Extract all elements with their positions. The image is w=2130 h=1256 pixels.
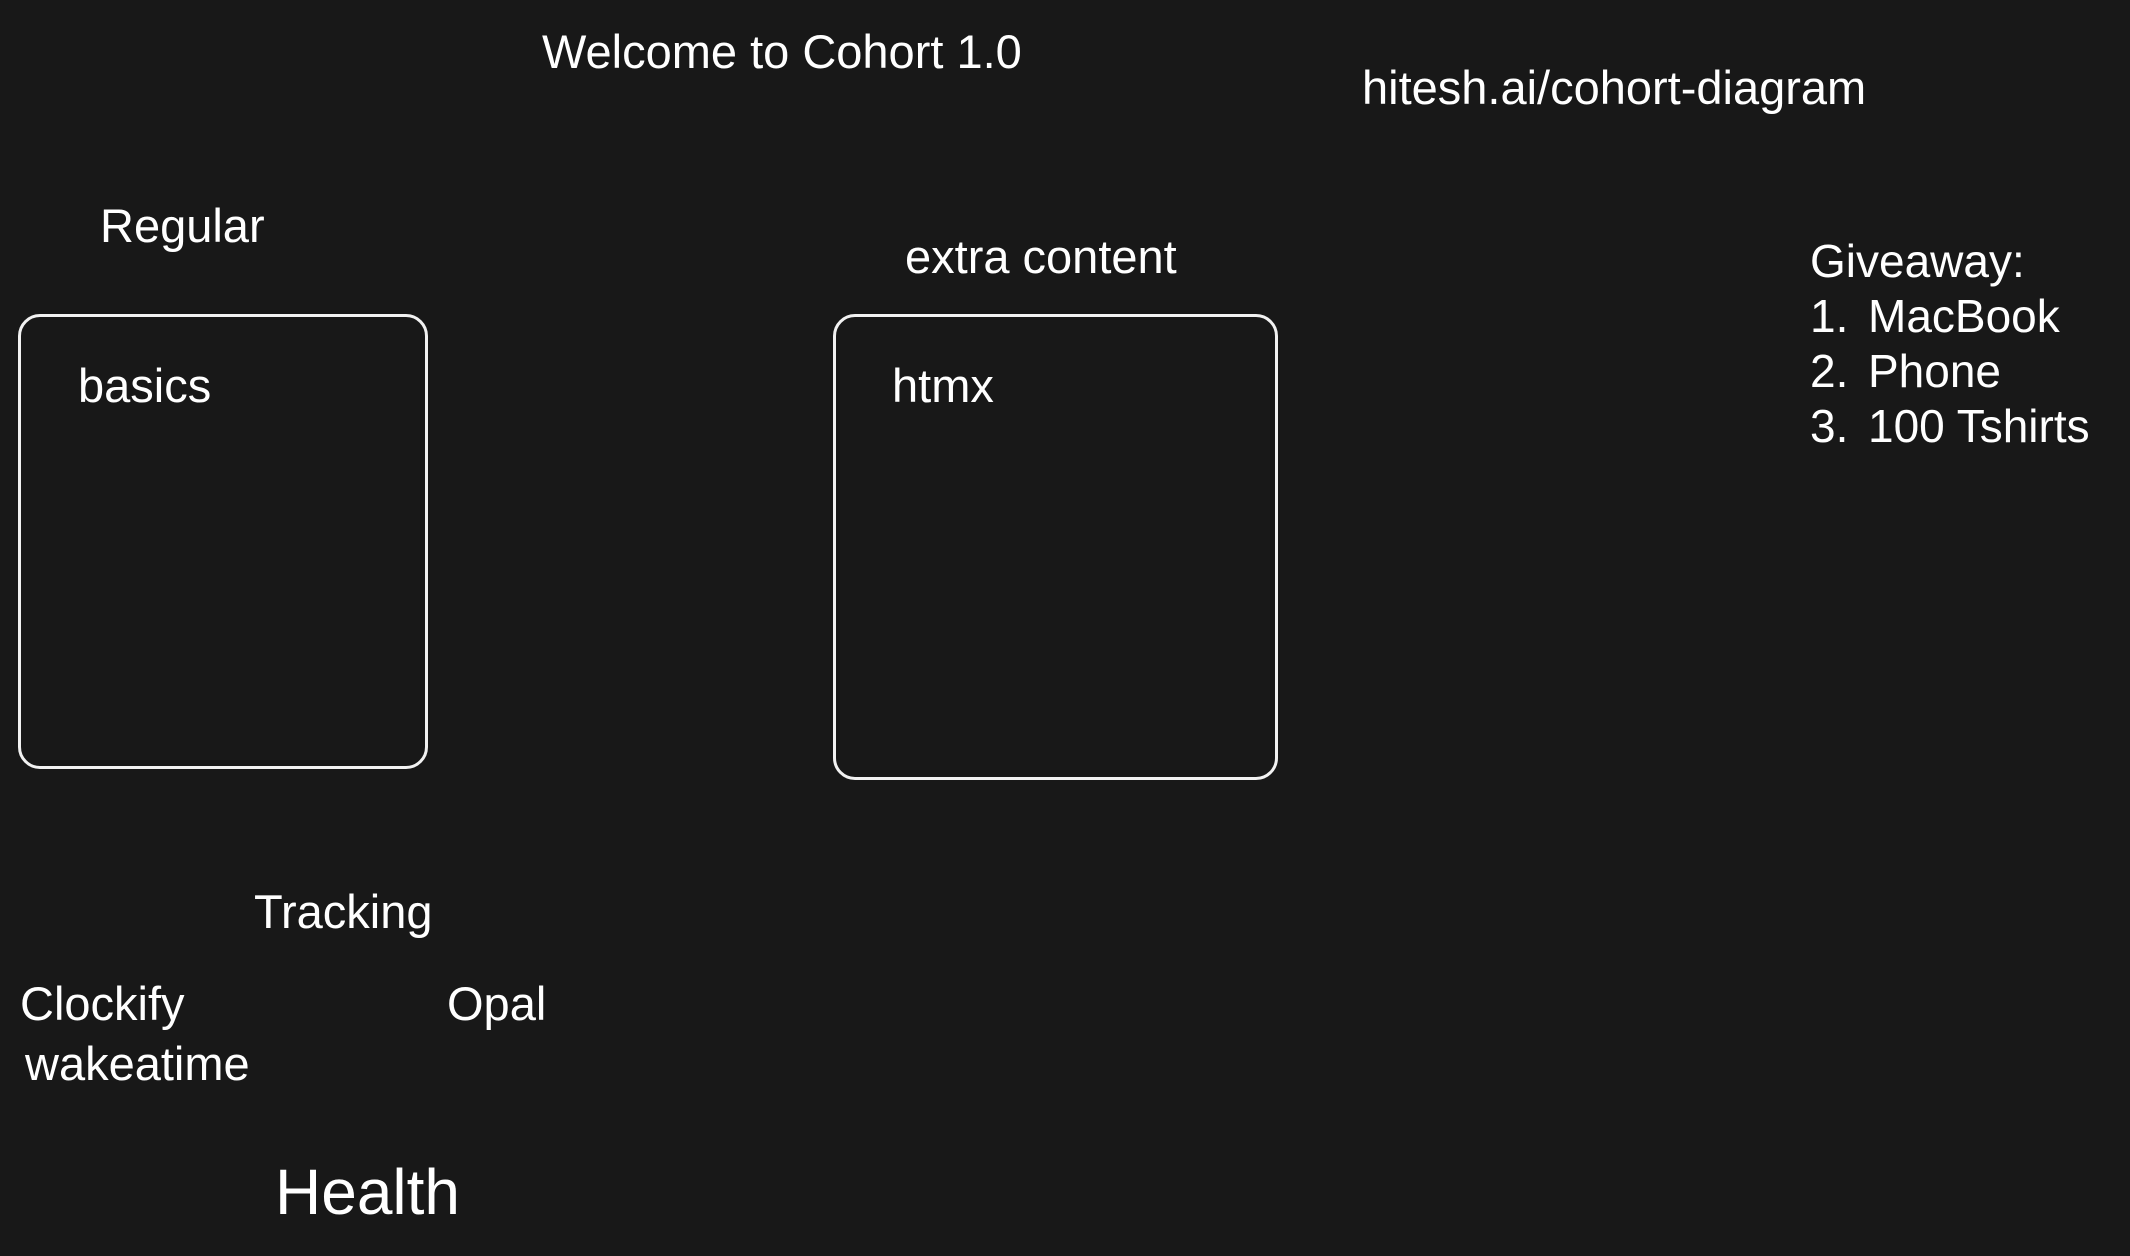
regular-heading: Regular xyxy=(100,199,265,252)
giveaway-item-number: 2. xyxy=(1810,345,1849,397)
health-heading: Health xyxy=(275,1156,460,1228)
giveaway-item-label: Phone xyxy=(1868,345,2002,397)
giveaway-item: 3. 100 Tshirts xyxy=(1810,403,2090,449)
giveaway-heading: Giveaway: xyxy=(1810,235,2025,287)
tracking-tool-clockify: Clockify xyxy=(20,977,185,1030)
page-title: Welcome to Cohort 1.0 xyxy=(542,25,1022,78)
giveaway-item: 1. MacBook xyxy=(1810,293,2060,339)
giveaway-item: 2. Phone xyxy=(1810,348,2001,394)
basics-label: basics xyxy=(78,359,212,412)
extra-content-heading: extra content xyxy=(905,230,1177,283)
giveaway-item-label: 100 Tshirts xyxy=(1868,400,2090,452)
tracking-tool-wakeatime: wakeatime xyxy=(25,1037,250,1090)
giveaway-item-number: 3. xyxy=(1810,400,1849,452)
htmx-label: htmx xyxy=(892,359,994,412)
giveaway-item-label: MacBook xyxy=(1868,290,2060,342)
diagram-link[interactable]: hitesh.ai/cohort-diagram xyxy=(1362,64,1866,111)
tracking-heading: Tracking xyxy=(254,885,433,938)
tracking-tool-opal: Opal xyxy=(447,977,547,1030)
giveaway-item-number: 1. xyxy=(1810,290,1849,342)
